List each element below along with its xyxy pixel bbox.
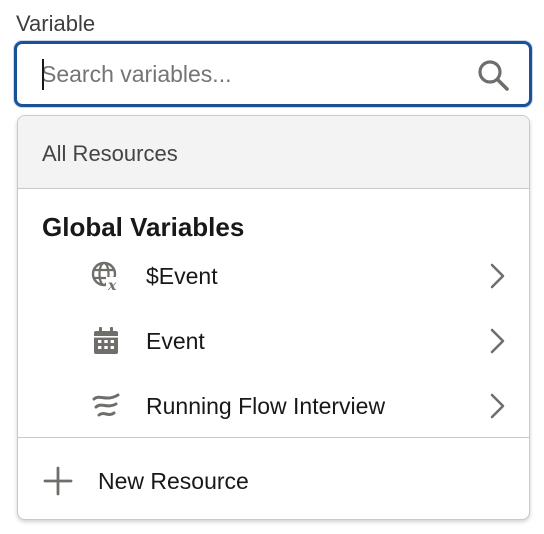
menu-item-running-flow-interview[interactable]: Running Flow Interview — [18, 376, 529, 436]
flow-icon — [92, 393, 120, 417]
variable-field-label: Variable — [16, 11, 96, 36]
calendar-icon — [94, 327, 118, 354]
resource-dropdown: All Resources Global Variables x $Event — [17, 115, 530, 520]
search-combobox[interactable] — [14, 41, 532, 107]
search-icon[interactable] — [476, 58, 510, 92]
new-resource-button[interactable]: New Resource — [18, 438, 529, 519]
menu-item-label: $Event — [146, 263, 218, 289]
plus-icon — [43, 466, 73, 496]
chevron-right-icon — [490, 328, 505, 354]
all-resources-option[interactable]: All Resources — [18, 116, 529, 189]
all-resources-label: All Resources — [42, 141, 178, 166]
new-resource-label: New Resource — [98, 468, 249, 494]
chevron-right-icon — [490, 263, 505, 289]
svg-text:x: x — [107, 278, 117, 292]
menu-item-global-event[interactable]: x $Event — [18, 246, 529, 306]
search-input[interactable] — [41, 57, 461, 91]
group-heading: Global Variables — [42, 212, 245, 242]
text-caret — [42, 59, 44, 90]
chevron-right-icon — [490, 393, 505, 419]
menu-item-event[interactable]: Event — [18, 311, 529, 371]
menu-item-label: Running Flow Interview — [146, 393, 386, 419]
menu-item-label: Event — [146, 328, 205, 354]
global-formula-icon: x — [91, 261, 122, 292]
